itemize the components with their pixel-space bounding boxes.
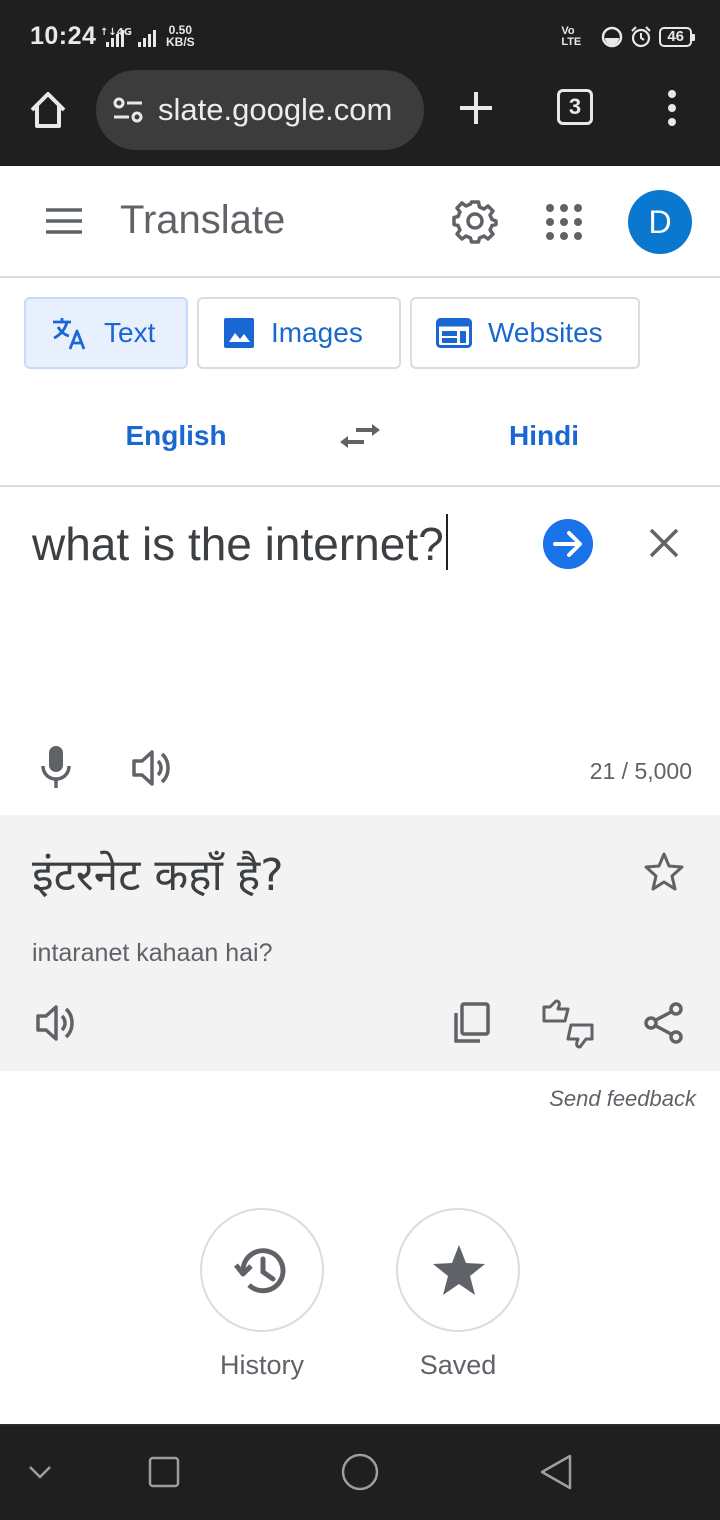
text-caret bbox=[445, 514, 448, 570]
status-bar: 10:24 ↑↓4G 0.50 KB/S Vo LTE 46 bbox=[0, 0, 720, 70]
alarm-icon bbox=[631, 26, 652, 48]
more-options-icon[interactable] bbox=[660, 88, 684, 128]
tab-images[interactable]: Images bbox=[197, 297, 401, 369]
url-text[interactable]: slate.google.com bbox=[158, 92, 392, 128]
translation-output: इंटरनेट कहाँ है? intaranet kahaan hai? bbox=[0, 815, 720, 1071]
address-bar[interactable]: slate.google.com bbox=[96, 70, 424, 150]
chevron-down-icon[interactable] bbox=[28, 1462, 52, 1482]
network-speed: 0.50 KB/S bbox=[166, 24, 195, 48]
copy-icon[interactable] bbox=[450, 1001, 494, 1045]
history-label: History bbox=[219, 1350, 304, 1380]
mode-tabs: Text Images Websites bbox=[24, 297, 640, 369]
data-saver-icon bbox=[602, 26, 623, 48]
saved-label: Saved bbox=[419, 1350, 497, 1380]
history-button[interactable] bbox=[200, 1208, 324, 1332]
back-icon[interactable] bbox=[538, 1453, 574, 1491]
status-time: 10:24 bbox=[30, 22, 97, 50]
send-feedback-link[interactable]: Send feedback bbox=[549, 1086, 696, 1112]
listen-source-icon[interactable] bbox=[130, 746, 174, 790]
status-right: Vo LTE 46 bbox=[561, 22, 695, 52]
speed-unit: KB/S bbox=[166, 35, 195, 49]
history-icon bbox=[234, 1248, 286, 1294]
target-language-button[interactable]: Hindi bbox=[460, 420, 628, 452]
divider bbox=[0, 485, 720, 487]
menu-icon[interactable] bbox=[44, 206, 84, 236]
image-icon bbox=[224, 318, 254, 348]
google-apps-icon[interactable] bbox=[544, 202, 584, 242]
account-avatar[interactable]: D bbox=[628, 190, 692, 254]
character-count: 21 / 5,000 bbox=[589, 758, 692, 784]
share-icon[interactable] bbox=[642, 1001, 686, 1045]
source-text-input[interactable]: what is the internet? bbox=[32, 514, 448, 571]
translate-icon bbox=[53, 318, 86, 350]
tab-switcher-button[interactable]: 3 bbox=[557, 89, 593, 125]
translate-go-button[interactable] bbox=[543, 519, 593, 569]
tab-text[interactable]: Text bbox=[24, 297, 188, 369]
tab-images-label: Images bbox=[271, 317, 363, 348]
system-navigation-bar bbox=[0, 1424, 720, 1520]
recent-apps-icon[interactable] bbox=[148, 1456, 180, 1488]
app-header: Translate D bbox=[0, 166, 720, 278]
source-text-value: what is the internet? bbox=[32, 518, 444, 570]
clear-text-icon[interactable] bbox=[646, 525, 682, 561]
listen-translation-icon[interactable] bbox=[34, 1001, 78, 1045]
app-title: Translate bbox=[120, 198, 286, 242]
microphone-icon[interactable] bbox=[38, 744, 74, 790]
tab-text-label: Text bbox=[104, 317, 156, 348]
web-icon bbox=[436, 318, 472, 348]
swap-languages-icon[interactable] bbox=[336, 416, 384, 456]
saved-button[interactable] bbox=[396, 1208, 520, 1332]
tab-websites[interactable]: Websites bbox=[410, 297, 640, 369]
save-translation-star-icon[interactable] bbox=[644, 851, 684, 891]
settings-icon[interactable] bbox=[452, 198, 498, 244]
site-settings-icon[interactable] bbox=[110, 92, 146, 128]
tab-websites-label: Websites bbox=[488, 317, 603, 348]
source-language-button[interactable]: English bbox=[92, 420, 260, 452]
browser-toolbar: slate.google.com 3 bbox=[0, 70, 720, 166]
translated-text: इंटरनेट कहाँ है? bbox=[32, 850, 284, 901]
volte-icon: Vo LTE bbox=[561, 25, 582, 48]
new-tab-icon[interactable] bbox=[456, 88, 496, 128]
home-nav-icon[interactable] bbox=[340, 1452, 380, 1492]
home-icon[interactable] bbox=[26, 88, 70, 132]
language-selector: English Hindi bbox=[0, 400, 720, 472]
battery-icon: 46 bbox=[659, 27, 695, 47]
star-icon bbox=[433, 1245, 485, 1295]
svg-text:↑↓4G: ↑↓4G bbox=[100, 27, 132, 38]
romanized-text: intaranet kahaan hai? bbox=[32, 939, 273, 967]
rate-translation-icon[interactable] bbox=[540, 999, 596, 1049]
